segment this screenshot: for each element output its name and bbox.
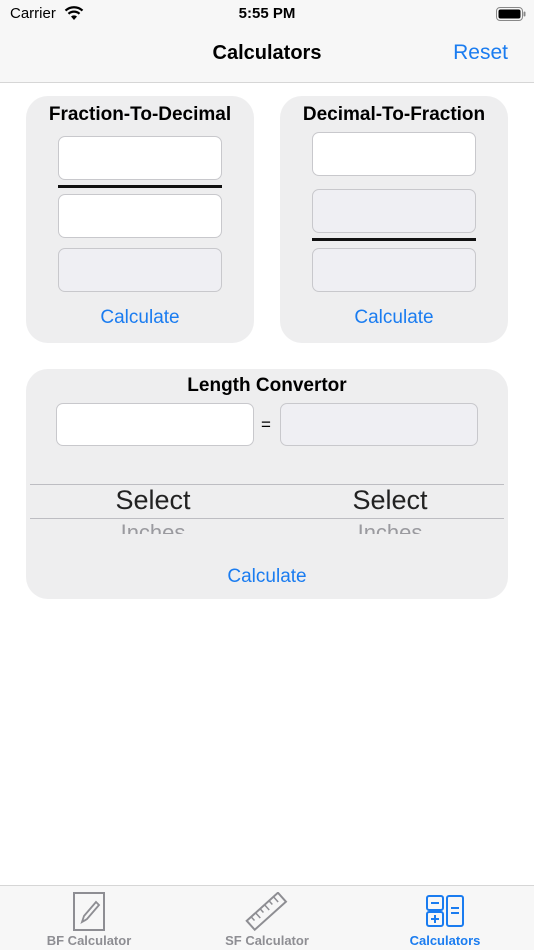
- ftd-calculate-button[interactable]: Calculate: [26, 307, 254, 329]
- status-time: 5:55 PM: [238, 5, 296, 22]
- calculator-icon: [426, 895, 464, 927]
- tab-label: BF Calculator: [46, 933, 132, 948]
- dtf-denominator-output: [313, 249, 475, 291]
- ftd-numerator-input[interactable]: [59, 137, 221, 179]
- tab-bar: BF Calculator SF Calculator Calculators: [0, 885, 534, 950]
- dtf-numerator-field: [312, 189, 476, 233]
- ruler-icon: [245, 892, 288, 932]
- decimal-to-fraction-title: Decimal-To-Fraction: [302, 104, 486, 125]
- equals-sign: =: [261, 415, 271, 434]
- length-input-field[interactable]: [56, 403, 254, 446]
- to-unit-next-option[interactable]: Inches: [270, 520, 510, 534]
- length-convertor-title: Length Convertor: [187, 375, 347, 396]
- ftd-result-output: [59, 249, 221, 291]
- tab-sf-calculator[interactable]: SF Calculator: [178, 886, 356, 950]
- ftd-denominator-input[interactable]: [59, 195, 221, 237]
- tab-label: Calculators: [409, 933, 481, 948]
- dtf-denominator-field: [312, 248, 476, 292]
- fraction-to-decimal-card: Fraction-To-Decimal Calculate: [26, 96, 254, 343]
- dtf-decimal-input[interactable]: [313, 133, 475, 175]
- tab-calculators[interactable]: Calculators: [356, 886, 534, 950]
- ftd-numerator-field[interactable]: [58, 136, 222, 180]
- to-unit-selected[interactable]: Select: [270, 485, 510, 516]
- battery-icon: [496, 7, 526, 21]
- reset-button[interactable]: Reset: [453, 41, 508, 65]
- length-calculate-button[interactable]: Calculate: [26, 566, 508, 588]
- tab-label: SF Calculator: [225, 933, 309, 948]
- from-unit-next-option[interactable]: Inches: [33, 520, 273, 534]
- fraction-to-decimal-title: Fraction-To-Decimal: [48, 104, 232, 125]
- from-unit-selected[interactable]: Select: [33, 485, 273, 516]
- fraction-divider-line: [58, 185, 222, 188]
- status-bar: Carrier 5:55 PM: [0, 0, 534, 28]
- ftd-result-field: [58, 248, 222, 292]
- fraction-divider-line: [312, 238, 476, 241]
- length-output: [281, 404, 477, 445]
- length-input[interactable]: [57, 404, 253, 445]
- decimal-to-fraction-card: Decimal-To-Fraction Calculate: [280, 96, 508, 343]
- dtf-numerator-output: [313, 190, 475, 232]
- picker-bottom-rule: [30, 518, 504, 519]
- ftd-denominator-field[interactable]: [58, 194, 222, 238]
- dtf-calculate-button[interactable]: Calculate: [280, 307, 508, 329]
- length-output-field: [280, 403, 478, 446]
- pencil-square-icon: [73, 892, 105, 931]
- navigation-bar: Calculators Reset: [0, 28, 534, 83]
- tab-bf-calculator[interactable]: BF Calculator: [0, 886, 178, 950]
- dtf-decimal-field[interactable]: [312, 132, 476, 176]
